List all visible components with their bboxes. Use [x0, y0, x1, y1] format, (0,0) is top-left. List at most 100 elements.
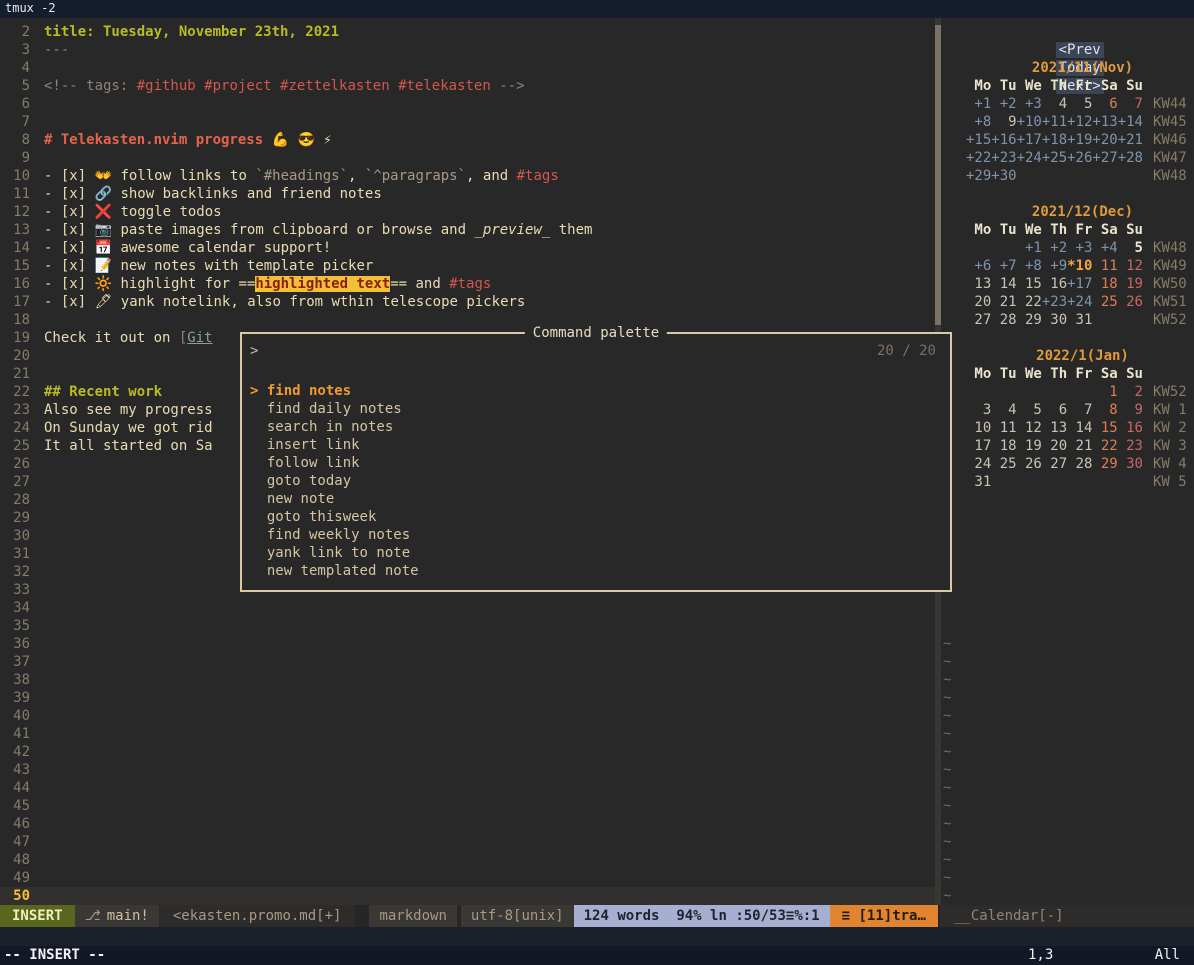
calendar-day[interactable]: 23	[1118, 437, 1143, 455]
calendar-day[interactable]: 3	[966, 401, 991, 419]
calendar-day[interactable]: +17	[1067, 275, 1092, 293]
calendar-day[interactable]: 12	[1118, 257, 1143, 275]
palette-item[interactable]: insert link	[242, 436, 950, 454]
editor-line[interactable]: 10- [x] 👐 follow links to `#headings`, `…	[0, 167, 935, 185]
palette-item[interactable]: search in notes	[242, 418, 950, 436]
calendar-day[interactable]: 11	[991, 419, 1016, 437]
calendar-day[interactable]: 13	[966, 275, 991, 293]
editor-line[interactable]: 47	[0, 833, 935, 851]
editor-line[interactable]: 17- [x] 🖊 yank notelink, also from wthin…	[0, 293, 935, 311]
calendar-day[interactable]: 7	[1067, 401, 1092, 419]
calendar-day[interactable]: 4	[1042, 95, 1067, 113]
calendar-day[interactable]: +29	[966, 167, 991, 185]
calendar-day[interactable]: 31	[1067, 311, 1092, 329]
calendar-day[interactable]: +3	[1017, 95, 1042, 113]
calendar-day[interactable]: 28	[991, 311, 1016, 329]
calendar-day[interactable]: 6	[1092, 95, 1117, 113]
editor-line[interactable]: 38	[0, 671, 935, 689]
calendar-day[interactable]: 19	[1118, 275, 1143, 293]
editor-line[interactable]: 18	[0, 311, 935, 329]
calendar-day[interactable]: 13	[1042, 419, 1067, 437]
calendar-day[interactable]: +30	[991, 167, 1016, 185]
calendar-day[interactable]: +8	[966, 113, 991, 131]
editor-line[interactable]: 16- [x] 🔆 highlight for ==highlighted te…	[0, 275, 935, 293]
editor-line[interactable]: 13- [x] 📷 paste images from clipboard or…	[0, 221, 935, 239]
calendar-day[interactable]: 17	[966, 437, 991, 455]
calendar-day[interactable]: 16	[1042, 275, 1067, 293]
calendar-day[interactable]: +23	[991, 149, 1016, 167]
calendar-day[interactable]: +3	[1067, 239, 1092, 257]
calendar-day[interactable]: +28	[1118, 149, 1143, 167]
calendar-day[interactable]: 11	[1092, 257, 1117, 275]
calendar-day[interactable]: +11	[1042, 113, 1067, 131]
calendar-day[interactable]: 8	[1092, 401, 1117, 419]
editor-line[interactable]: 15- [x] 📝 new notes with template picker	[0, 257, 935, 275]
palette-item[interactable]: follow link	[242, 454, 950, 472]
editor-line[interactable]: 50	[0, 887, 935, 905]
calendar-day[interactable]: +21	[1118, 131, 1143, 149]
calendar-day[interactable]: 1	[1092, 383, 1117, 401]
calendar-day[interactable]: 22	[1092, 437, 1117, 455]
palette-item[interactable]: goto thisweek	[242, 508, 950, 526]
calendar-day[interactable]: +1	[1017, 239, 1042, 257]
calendar-day[interactable]: 30	[1118, 455, 1143, 473]
calendar-day[interactable]: 27	[966, 311, 991, 329]
palette-item[interactable]: yank link to note	[242, 544, 950, 562]
palette-item[interactable]: find weekly notes	[242, 526, 950, 544]
editor-line[interactable]: 6	[0, 95, 935, 113]
calendar-day[interactable]: +24	[1017, 149, 1042, 167]
calendar-day[interactable]: 21	[1067, 437, 1092, 455]
editor-line[interactable]: 2title: Tuesday, November 23th, 2021	[0, 23, 935, 41]
calendar-day[interactable]: +27	[1092, 149, 1117, 167]
editor-line[interactable]: 11- [x] 🔗 show backlinks and friend note…	[0, 185, 935, 203]
calendar-day[interactable]: +15	[966, 131, 991, 149]
calendar-day[interactable]: +1	[966, 95, 991, 113]
calendar-day[interactable]: 25	[1092, 293, 1117, 311]
calendar-day[interactable]: +16	[991, 131, 1016, 149]
calendar-day[interactable]: +26	[1067, 149, 1092, 167]
editor-line[interactable]: 4	[0, 59, 935, 77]
calendar-day[interactable]: 18	[991, 437, 1016, 455]
calendar-day[interactable]: +4	[1092, 239, 1117, 257]
calendar-day[interactable]: 7	[1118, 95, 1143, 113]
editor-line[interactable]: 41	[0, 725, 935, 743]
calendar-day[interactable]: +22	[966, 149, 991, 167]
calendar-prev-button[interactable]: <Prev	[1056, 42, 1104, 58]
calendar-day[interactable]: +8	[1017, 257, 1042, 275]
editor-line[interactable]: 9	[0, 149, 935, 167]
calendar-day[interactable]: 4	[991, 401, 1016, 419]
calendar-day[interactable]: 27	[1042, 455, 1067, 473]
editor-line[interactable]: 7	[0, 113, 935, 131]
calendar-day[interactable]: +19	[1067, 131, 1092, 149]
calendar-day[interactable]: +2	[1042, 239, 1067, 257]
calendar-day[interactable]: +20	[1092, 131, 1117, 149]
calendar-day[interactable]: 29	[1092, 455, 1117, 473]
calendar-day[interactable]: 24	[966, 455, 991, 473]
calendar-day[interactable]: 12	[1017, 419, 1042, 437]
calendar-day[interactable]: 9	[1118, 401, 1143, 419]
calendar-day[interactable]: +6	[966, 257, 991, 275]
calendar-day[interactable]: 26	[1118, 293, 1143, 311]
editor-line[interactable]: 40	[0, 707, 935, 725]
editor-line[interactable]: 44	[0, 779, 935, 797]
calendar-day[interactable]: +17	[1017, 131, 1042, 149]
calendar-day[interactable]: 14	[1067, 419, 1092, 437]
palette-input-row[interactable]: > 20 / 20	[242, 342, 950, 360]
calendar-day[interactable]: +14	[1118, 113, 1143, 131]
editor-line[interactable]: 43	[0, 761, 935, 779]
calendar-day[interactable]: +12	[1067, 113, 1092, 131]
calendar-day[interactable]: 15	[1092, 419, 1117, 437]
calendar-day[interactable]: 5	[1118, 239, 1143, 257]
calendar-day[interactable]: 5	[1067, 95, 1092, 113]
calendar-day[interactable]: 20	[966, 293, 991, 311]
editor-line[interactable]: 49	[0, 869, 935, 887]
scrollbar-thumb[interactable]	[935, 25, 941, 325]
calendar-day[interactable]: 30	[1042, 311, 1067, 329]
editor-line[interactable]: 5<!-- tags: #github #project #zettelkast…	[0, 77, 935, 95]
calendar-day[interactable]: 20	[1042, 437, 1067, 455]
editor-line[interactable]: 36	[0, 635, 935, 653]
editor-line[interactable]: 3---	[0, 41, 935, 59]
calendar-day[interactable]: 5	[1017, 401, 1042, 419]
calendar-day[interactable]: +7	[991, 257, 1016, 275]
calendar-day[interactable]: 15	[1017, 275, 1042, 293]
